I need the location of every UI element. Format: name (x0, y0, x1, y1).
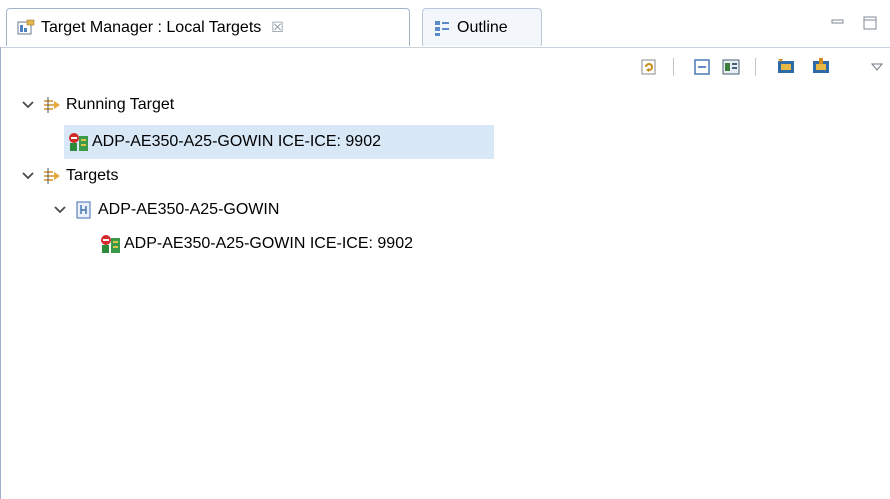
tree-item-running-target-child[interactable]: ADP-AE350-A25-GOWIN ICE-ICE: 9902 (64, 125, 494, 159)
tree-item-board-child[interactable]: ADP-AE350-A25-GOWIN ICE-ICE: 9902 (96, 227, 413, 261)
toolbar-separator (673, 58, 674, 76)
close-tab-icon[interactable]: ☒ (271, 19, 284, 36)
tree-item-targets[interactable]: Targets (20, 159, 118, 193)
target-manager-icon (17, 19, 35, 37)
tab-label: Outline (457, 18, 508, 36)
toolbar-separator (755, 58, 756, 76)
tree-item-label: ADP-AE350-A25-GOWIN ICE-ICE: 9902 (92, 133, 381, 150)
board-icon (74, 200, 94, 220)
chevron-down-icon[interactable] (52, 202, 68, 218)
view-left-border (0, 47, 1, 499)
tree-item-board[interactable]: ADP-AE350-A25-GOWIN (52, 193, 279, 227)
chevron-down-icon[interactable] (20, 168, 36, 184)
tab-target-manager[interactable]: Target Manager : Local Targets ☒ (6, 8, 410, 46)
tree-item-running-target[interactable]: Running Target (20, 88, 174, 122)
view-tab-bar: Target Manager : Local Targets ☒ Outline (0, 0, 890, 48)
tab-outline[interactable]: Outline (422, 8, 542, 46)
connect-target-icon[interactable] (776, 57, 796, 77)
target-group-icon (42, 166, 62, 186)
maximize-icon[interactable] (861, 14, 879, 32)
tab-label: Target Manager : Local Targets (41, 18, 262, 36)
refresh-icon[interactable] (639, 57, 659, 77)
outline-icon (433, 19, 451, 37)
tree-item-label: ADP-AE350-A25-GOWIN (98, 201, 280, 218)
view-toolbar (0, 48, 890, 86)
tree-item-label: ADP-AE350-A25-GOWIN ICE-ICE: 9902 (124, 235, 413, 252)
target-disconnected-icon (68, 132, 88, 152)
disconnect-target-icon[interactable] (811, 57, 831, 77)
tree-item-label: Running Target (66, 96, 175, 113)
target-group-icon (42, 95, 62, 115)
view-menu-icon[interactable] (868, 57, 888, 77)
target-disconnected-icon (100, 234, 120, 254)
show-properties-icon[interactable] (721, 57, 741, 77)
minimize-icon[interactable] (829, 14, 847, 32)
collapse-all-icon[interactable] (692, 57, 712, 77)
tree-item-label: Targets (66, 167, 119, 184)
chevron-down-icon[interactable] (20, 97, 36, 113)
